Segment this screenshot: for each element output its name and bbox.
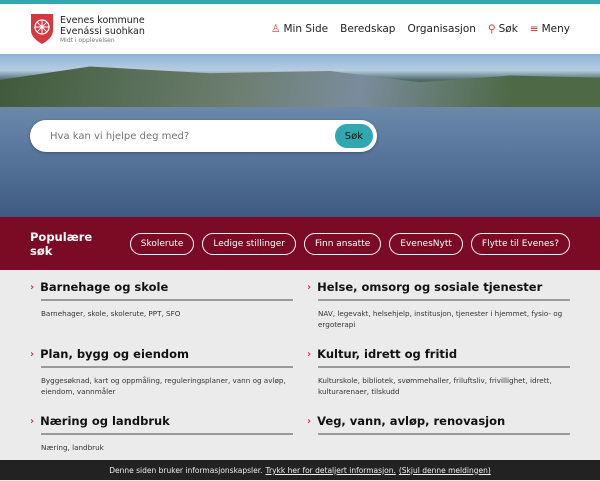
chip-ledige-stillinger[interactable]: Ledige stillinger	[202, 232, 296, 255]
coat-of-arms-icon	[31, 14, 53, 44]
category-desc: Barnehager, skole, skolerute, PPT, SFO	[41, 309, 181, 318]
nav-label: Meny	[541, 23, 570, 35]
menu-icon: ≡	[529, 23, 539, 35]
category[interactable]: › Kultur, idrett og fritid Kulturskole, bi…	[307, 347, 570, 414]
divider	[41, 366, 293, 368]
category-desc: Kulturskole, bibliotek, svømmehaller, fr…	[318, 376, 552, 396]
search-button[interactable]: Søk	[334, 124, 373, 148]
category[interactable]: › Barnehage og skole Barnehager, skole, sk…	[30, 280, 293, 347]
logo-name: Evenes kommune	[60, 14, 145, 26]
chevron-right-icon: ›	[30, 281, 35, 293]
category-grid: › Barnehage og skole Barnehager, skole, sk…	[0, 270, 600, 481]
hero-banner: Søk	[0, 54, 600, 217]
chevron-right-icon: ›	[307, 348, 312, 360]
divider	[318, 433, 570, 435]
popular-title: Populære søk	[30, 229, 93, 258]
chip-flytte[interactable]: Flytte til Evenes?	[470, 232, 570, 255]
hero-landscape-image	[0, 66, 600, 107]
search-box: Søk	[30, 120, 377, 152]
divider	[318, 366, 570, 368]
category-desc: NAV, legevakt, helsehjelp, institusjon, …	[318, 309, 563, 329]
category-title[interactable]: Kultur, idrett og fritid	[317, 347, 457, 361]
site-header: Evenes kommune Evenássi suohkan Midt i o…	[0, 4, 600, 54]
popular-searches: Populære søk Skolerute Ledige stillinger…	[0, 217, 600, 270]
divider	[41, 433, 293, 435]
category-title[interactable]: Veg, vann, avløp, renovasjon	[317, 414, 505, 428]
chip-evenesnytt[interactable]: EvenesNytt	[389, 232, 463, 255]
nav-min-side[interactable]: ♙ Min Side	[271, 23, 328, 35]
category[interactable]: › Plan, bygg og eiendom Byggesøknad, kart …	[30, 347, 293, 414]
nav-label: Søk	[498, 23, 518, 35]
divider	[41, 299, 293, 301]
user-icon: ♙	[271, 23, 281, 35]
chevron-right-icon: ›	[307, 281, 312, 293]
chevron-right-icon: ›	[307, 415, 312, 427]
category-title[interactable]: Plan, bygg og eiendom	[40, 347, 189, 361]
category-desc: Byggesøknad, kart og oppmåling, reguleri…	[41, 376, 286, 396]
logo-link[interactable]: Evenes kommune Evenássi suohkan Midt i o…	[30, 13, 145, 45]
chevron-right-icon: ›	[30, 415, 35, 427]
nav-menu[interactable]: ≡ Meny	[530, 23, 570, 35]
cookie-info-link[interactable]: Trykk her for detaljert informasjon.	[266, 466, 396, 475]
cookie-hide-link[interactable]: (Skjul denne meldingen)	[399, 466, 491, 475]
nav-organisasjon[interactable]: Organisasjon	[407, 23, 475, 35]
cookie-banner: Denne siden bruker informasjonskapsler. …	[0, 460, 600, 480]
category-title[interactable]: Helse, omsorg og sosiale tjenester	[317, 280, 542, 294]
category-title[interactable]: Næring og landbruk	[40, 414, 170, 428]
search-input[interactable]	[50, 130, 310, 142]
category-title[interactable]: Barnehage og skole	[40, 280, 168, 294]
nav-label: Min Side	[283, 23, 329, 35]
logo-name-sami: Evenássi suohkan	[60, 25, 145, 37]
search-icon: ⚲	[487, 23, 496, 35]
chevron-right-icon: ›	[30, 348, 35, 360]
chip-finn-ansatte[interactable]: Finn ansatte	[303, 232, 382, 255]
main-nav: ♙ Min Side Beredskap Organisasjon ⚲ Søk ≡ M…	[271, 23, 570, 35]
category-desc: Næring, landbruk	[41, 443, 104, 452]
cookie-text: Denne siden bruker informasjonskapsler.	[109, 465, 263, 475]
nav-search[interactable]: ⚲ Søk	[488, 23, 518, 35]
chip-skolerute[interactable]: Skolerute	[129, 232, 195, 255]
nav-beredskap[interactable]: Beredskap	[340, 23, 395, 35]
logo-tagline: Midt i opplevelsen	[60, 36, 115, 44]
divider	[318, 299, 570, 301]
category[interactable]: › Helse, omsorg og sosiale tjenester NAV, …	[307, 280, 570, 347]
